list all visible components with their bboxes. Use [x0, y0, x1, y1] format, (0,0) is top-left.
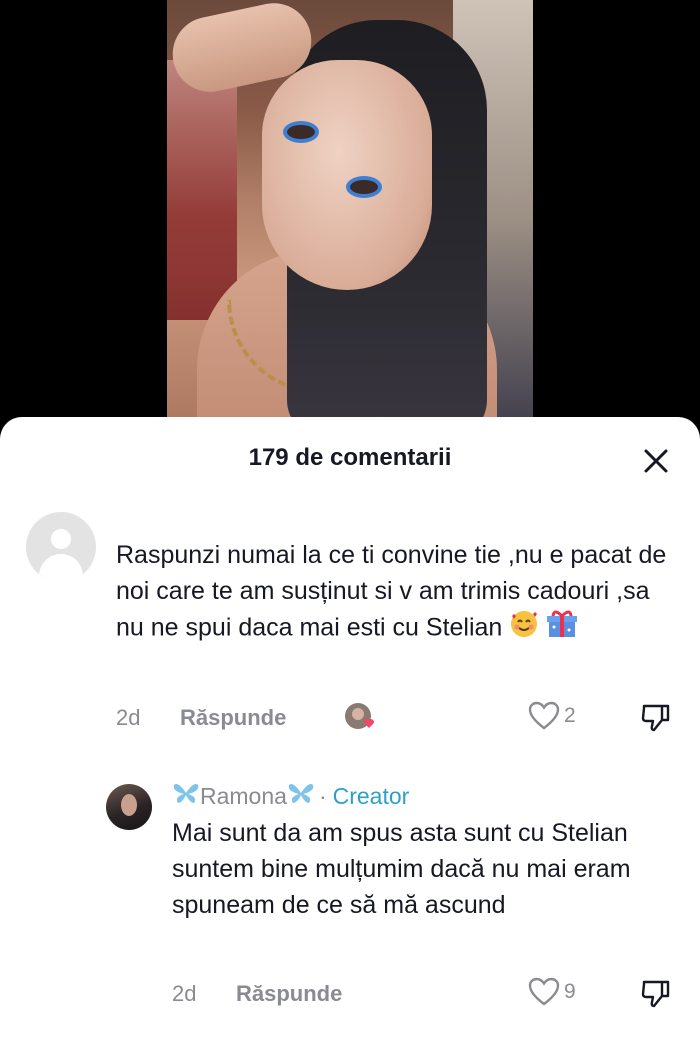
face — [262, 60, 432, 290]
comment-age: 2d — [116, 705, 141, 730]
dislike-button[interactable] — [640, 702, 672, 739]
heart-outline-icon — [528, 977, 560, 1006]
reply-button[interactable]: Răspunde — [236, 981, 342, 1007]
default-avatar-icon — [51, 529, 71, 549]
comment-text: Raspunzi numai la ce ti convine tie ,nu … — [116, 537, 676, 649]
close-icon — [644, 449, 668, 473]
avatar[interactable] — [26, 512, 96, 582]
comments-count-title: 179 de comentarii — [248, 444, 452, 471]
thumbs-down-icon — [641, 704, 670, 732]
reply-button[interactable]: Răspunde — [180, 705, 286, 731]
comments-sheet: 179 de comentarii Raspunzi numai la ce t… — [0, 417, 700, 1057]
like-button[interactable]: 2 — [528, 701, 576, 731]
like-button[interactable]: 9 — [528, 977, 576, 1007]
gift-icon — [546, 609, 578, 649]
dislike-button[interactable] — [640, 978, 672, 1015]
heart-outline-icon — [528, 701, 560, 730]
video-player[interactable] — [0, 0, 700, 440]
butterfly-icon — [287, 781, 315, 811]
reply-age: 2d — [172, 981, 197, 1006]
thumbs-down-icon — [641, 980, 670, 1008]
avatar[interactable] — [106, 784, 152, 830]
creator-badge: Creator — [332, 782, 410, 809]
close-button[interactable] — [638, 443, 674, 479]
smiling-face-with-hearts-icon — [509, 609, 539, 649]
video-frame — [167, 0, 533, 440]
like-count: 2 — [564, 704, 576, 727]
like-count: 9 — [564, 980, 576, 1003]
reply-username[interactable]: Ramona · Creator — [172, 781, 409, 811]
butterfly-icon — [172, 781, 200, 811]
creator-liked-indicator — [343, 700, 379, 736]
reply-text: Mai sunt da am spus asta sunt cu Stelian… — [172, 819, 631, 919]
